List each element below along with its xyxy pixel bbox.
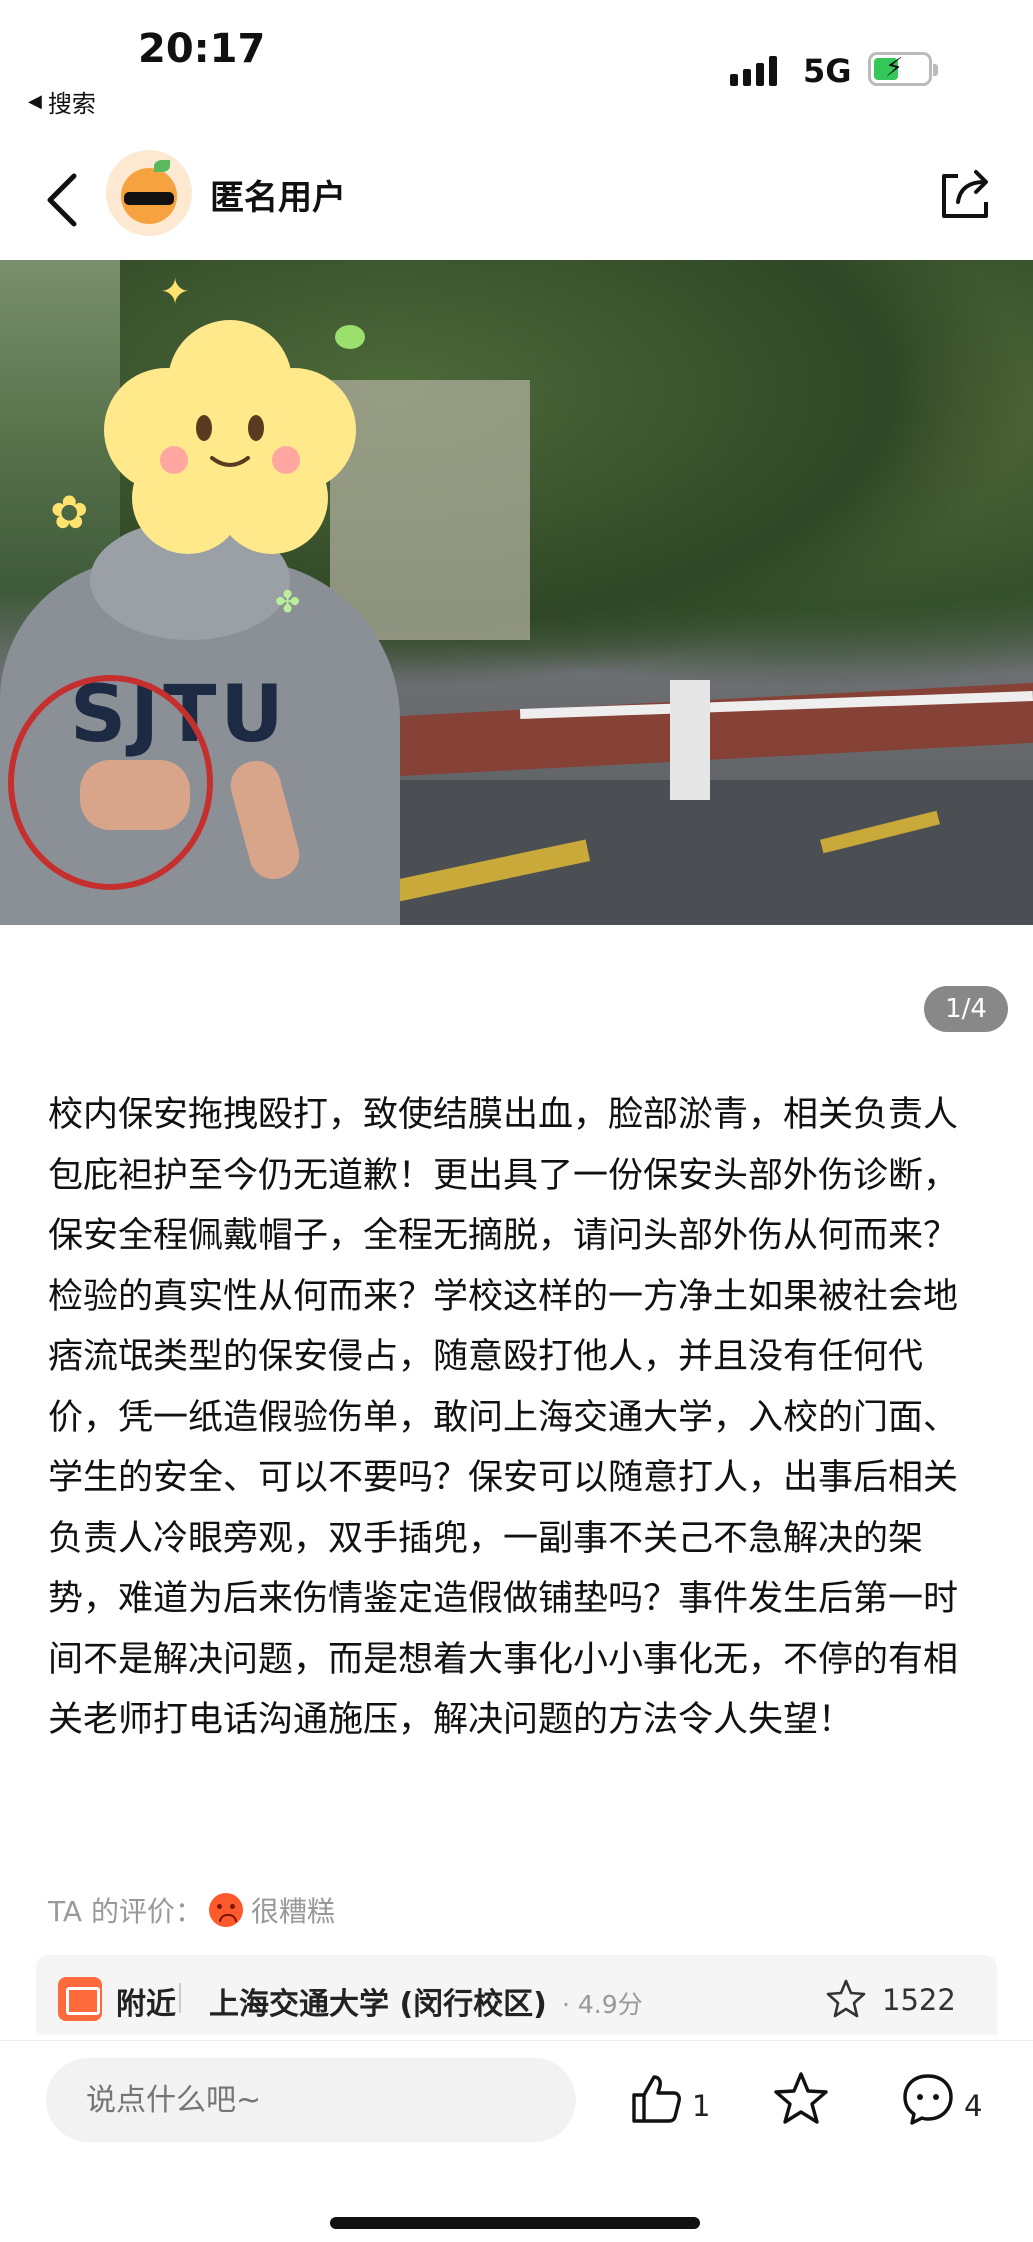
- post-image[interactable]: SJTU ✦ ✿ ✤: [0, 260, 1033, 925]
- back-to-app-link[interactable]: ◀ 搜索: [28, 84, 96, 119]
- rating-value: 很糟糕: [251, 1895, 336, 1928]
- divider: [179, 1983, 181, 2013]
- comment-count: 4: [964, 2089, 983, 2123]
- home-indicator: [330, 2217, 700, 2229]
- location-icon: [58, 1977, 102, 2021]
- like-button[interactable]: 1: [628, 2069, 710, 2129]
- image-counter: 1/4: [924, 986, 1008, 1032]
- location-score: · 4.9分: [562, 1990, 643, 2019]
- sparkle-icon: ✦: [160, 272, 191, 313]
- bottom-bar: 1 4: [0, 2040, 1033, 2242]
- star-icon: [774, 2072, 828, 2124]
- star-icon[interactable]: [824, 1977, 868, 2021]
- like-icon: [632, 2075, 681, 2123]
- comment-input[interactable]: [46, 2058, 576, 2142]
- post-content: 校内保安拖拽殴打，致使结膜出血，脸部淤青，相关负责人包庇袒护至今仍无道歉！更出具…: [48, 1095, 959, 1740]
- rating-label: TA 的评价：: [48, 1895, 203, 1928]
- comment-input-box[interactable]: [46, 2058, 576, 2142]
- comment-button[interactable]: 4: [900, 2069, 982, 2129]
- location-card[interactable]: 附近 上海交通大学 (闵行校区) · 4.9分 1522: [36, 1955, 997, 2035]
- nearby-label: 附近: [116, 1987, 176, 2022]
- favorite-count: 1522: [882, 1983, 956, 2017]
- sparkle-icon: ✿: [50, 485, 89, 539]
- network-type: 5G: [803, 52, 852, 90]
- share-icon[interactable]: [938, 166, 992, 222]
- back-app-label: 搜索: [47, 90, 96, 118]
- favorite-button[interactable]: [772, 2069, 830, 2129]
- back-triangle-icon: ◀: [28, 91, 42, 112]
- location-name: 上海交通大学 (闵行校区): [209, 1987, 547, 2022]
- clover-icon: ✤: [275, 585, 301, 620]
- author-name[interactable]: 匿名用户: [210, 170, 346, 219]
- back-arrow-icon[interactable]: [40, 170, 90, 230]
- rating-row: TA 的评价： 很糟糕: [48, 1890, 335, 1930]
- nav-bar: 匿名用户: [0, 140, 1033, 260]
- face-sticker-icon: [104, 320, 356, 554]
- red-circle-annotation: [8, 675, 213, 890]
- avatar[interactable]: [106, 150, 192, 236]
- like-count: 1: [692, 2089, 711, 2123]
- status-bar: 20:17 ◀ 搜索 5G ⚡: [0, 0, 1033, 130]
- angry-face-icon: [209, 1893, 243, 1927]
- status-time: 20:17: [138, 26, 266, 72]
- battery-icon: ⚡: [868, 52, 938, 86]
- signal-icon: [730, 56, 777, 86]
- comment-icon: [903, 2074, 953, 2125]
